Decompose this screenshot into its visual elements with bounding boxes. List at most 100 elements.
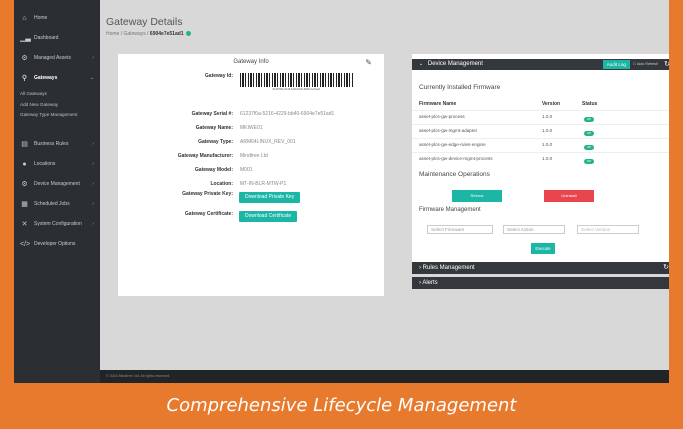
execute-button[interactable]: Execute [531,243,555,254]
table-row[interactable]: asset-plcs-gw-process 1.0.0 UP [412,110,669,122]
gateway-info-title: Gateway Info [233,59,269,65]
chevron-right-icon: › [92,161,94,167]
device-icon: ⚙ [21,181,28,188]
device-management-header[interactable]: ⌄ Device Management Audit Log ☐ Auto Ref… [412,59,669,70]
rules-icon: ▤ [21,141,28,148]
sidebar-item-label: Managed Assets [34,55,71,61]
field-row: Gateway Manufacturer: Mindtree Ltd [118,153,384,163]
sidebar: ⌂ Home ▁▃ Dashboard ⚙ Managed Assets › ⚲… [14,0,100,370]
code-icon: </> [20,240,31,248]
field-row: Gateway Model: M001 [118,167,384,177]
main-content: Gateway Details Home / Gateways / 6904e7… [100,0,669,370]
sidebar-item-gateways[interactable]: ⚲ Gateways ⌄ [14,68,100,88]
location-pin-icon: ● [22,160,27,168]
app-window: ⌂ Home ▁▃ Dashboard ⚙ Managed Assets › ⚲… [14,0,669,383]
reboot-button[interactable]: Reboot [452,190,502,202]
sidebar-item-managed-assets[interactable]: ⚙ Managed Assets › [14,48,100,68]
field-value: Mindtree Ltd [240,153,268,159]
download-certificate-button[interactable]: Download Certificate [239,211,298,222]
panel-title: Device Management [427,61,483,67]
refresh-icon[interactable]: ↻ [663,262,669,274]
assets-icon: ⚙ [21,55,28,62]
home-icon: ⌂ [22,14,27,22]
sidebar-item-label: Developer Options [34,241,76,247]
download-private-key-button[interactable]: Download Private Key [239,192,301,203]
uninstall-button[interactable]: Uninstall [544,190,594,202]
refresh-icon[interactable]: ↻ [664,59,669,70]
field-value: MKIWE01 [240,125,263,131]
field-label: Gateway Manufacturer: [177,153,233,159]
chevron-right-icon: › [92,201,94,207]
sidebar-item-home[interactable]: ⌂ Home [14,8,100,28]
chart-icon: ▁▃ [20,35,31,42]
gateway-icon: ⚲ [21,75,28,82]
panel-title: Rules Management [422,265,475,271]
breadcrumb-home[interactable]: Home [106,31,119,37]
firmware-version: 1.0.0 [542,114,553,119]
audit-log-button[interactable]: Audit Log [602,60,630,69]
field-value: 61237f0a-5216-4229-bb40-6904e7e51ad1 [240,111,335,117]
device-management-panel: ⌄ Device Management Audit Log ☐ Auto Ref… [412,54,669,268]
auto-refresh-toggle[interactable]: ☐ Auto Refresh [633,59,658,70]
field-row: Location: MT-IN-BLR-MTW-P1 [118,181,384,191]
breadcrumb-gateways[interactable]: Gateways [124,31,146,37]
field-label: Gateway Serial #: [191,111,233,117]
sidebar-item-locations[interactable]: ● Locations › [14,154,100,174]
sidebar-item-scheduled-jobs[interactable]: ▦ Scheduled Jobs › [14,194,100,214]
firmware-name: asset-plcs-gw-device-mgmt-process [419,156,493,161]
col-status: Status [582,101,598,107]
select-action-dropdown[interactable]: Select Action [503,225,565,234]
field-row: Gateway Name: MKIWE01 [118,125,384,135]
firmware-name: asset-plcs-gw-edge-rules-engine [419,142,486,147]
sidebar-item-label: Dashboard [34,35,59,41]
sidebar-item-system-configuration[interactable]: ✕ System Configuration › [14,214,100,234]
maintenance-title: Maintenance Operations [419,171,490,178]
sidebar-item-dashboard[interactable]: ▁▃ Dashboard [14,28,100,48]
chevron-down-icon: ⌄ [89,75,94,81]
field-label: Gateway Model: [194,167,233,173]
edit-icon[interactable]: ✎ [365,58,372,67]
footer: © 2016 Mindtree Ltd. All rights reserved… [100,370,669,383]
sidebar-item-label: Home [34,15,48,21]
breadcrumb: Home / Gateways / 6904e7e51ad1 [106,31,191,37]
sidebar-item-label: Business Rules [34,141,69,147]
sidebar-subitem-gateway-type[interactable]: Gateway Type Management [14,110,100,128]
chevron-right-icon: › [419,265,421,271]
sidebar-item-label: Locations [34,161,56,167]
auto-refresh-label: Auto Refresh [637,62,658,66]
field-value: MT-IN-BLR-MTW-P1 [240,181,287,187]
sidebar-item-device-management[interactable]: ⚙ Device Management › [14,174,100,194]
table-row[interactable]: asset-plcs-gw-device-mgmt-process 1.0.0 … [412,152,669,164]
chevron-down-icon: ⌄ [419,61,424,67]
page-title: Gateway Details [106,16,183,28]
field-label: Location: [210,181,234,187]
barcode-text: 6123780a-5216-4229-bb40-6904e7e51ad1 [272,88,321,91]
sidebar-item-label: Scheduled Jobs [34,201,70,207]
sidebar-subitem-all-gateways[interactable]: All Gateways [14,88,100,99]
sidebar-item-developer-options[interactable]: </> Developer Options [14,234,100,254]
select-firmware-dropdown[interactable]: Select Firmware [427,225,493,234]
caption-banner: Comprehensive Lifecycle Management [166,395,517,416]
sidebar-item-business-rules[interactable]: ▤ Business Rules › [14,134,100,154]
field-row: Gateway Type: ARM64LINUX_REV_001 [118,139,384,149]
field-value: ARM64LINUX_REV_001 [240,139,296,145]
table-row[interactable]: asset-plcs-gw-mgmt-adapter 1.0.0 UP [412,124,669,136]
panel-title: Alerts [422,280,438,286]
status-dot [185,31,191,37]
firmware-management-title: Firmware Management [419,207,481,213]
firmware-version: 1.0.0 [542,156,553,161]
sidebar-item-label: Gateways [34,75,58,81]
field-value: M001 [240,167,253,173]
rules-management-panel[interactable]: › Rules Management ↻ [412,262,669,274]
alerts-panel[interactable]: › Alerts [412,277,669,289]
gateway-info-card: Gateway Info ✎ Gateway Id: 6123780a-5216… [118,54,384,296]
chevron-right-icon: › [92,221,94,227]
chevron-right-icon: › [419,280,421,286]
select-version-dropdown[interactable]: Select Version [577,225,639,234]
gateway-id-label: Gateway Id: [204,73,233,79]
sidebar-subitem-add-gateway[interactable]: Add New Gateway [14,99,100,110]
col-firmware-name: Firmware Name [419,101,457,107]
firmware-version: 1.0.0 [542,142,553,147]
chevron-right-icon: › [92,55,94,61]
table-row[interactable]: asset-plcs-gw-edge-rules-engine 1.0.0 UP [412,138,669,150]
